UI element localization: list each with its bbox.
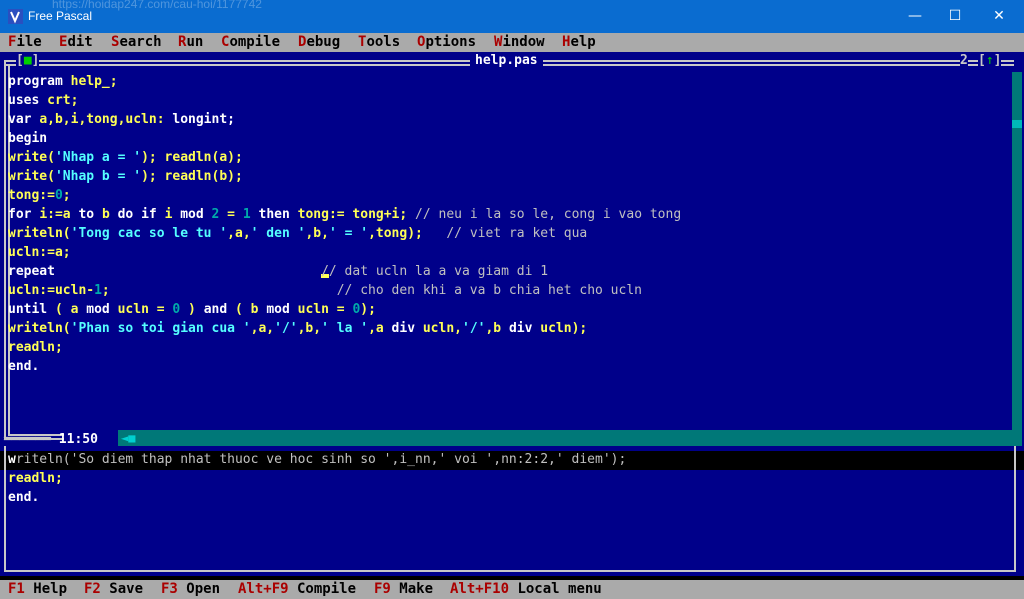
code-line: write('Nhap b = '); readln(b); [8,169,243,184]
code-line: write('Nhap a = '); readln(a); [8,150,243,165]
editor-window[interactable]: [■] help.pas 2 [↑] program help_;uses cr… [0,52,1024,446]
code-line: ucln:=ucln-1; // cho den khi a va b chia… [8,283,642,298]
menu-debug[interactable]: Debug [298,33,340,52]
lower-frame-left [4,446,6,572]
menu-bar: File Edit Search Run Compile Debug Tools Option… [0,33,1024,52]
menu-window[interactable]: Window [494,33,545,52]
window-zoom-box[interactable]: [↑] [978,53,1002,69]
fkey-alt-f9[interactable]: Alt+F9 Compile [238,580,356,599]
vertical-scroll-thumb[interactable] [1012,120,1022,128]
code-line: var a,b,i,tong,ucln: longint; [8,112,235,127]
lower-frame-right [1014,446,1016,572]
code-line: repeat // dat ucln la a va giam di 1 [8,264,549,279]
fkey-f9[interactable]: F9 Make [374,580,433,599]
menu-edit[interactable]: Edit [59,33,93,52]
menu-tools[interactable]: Tools [358,33,400,52]
free-pascal-icon [8,9,23,24]
code-line: writeln('Tong cac so le tu ',a,' den ',b… [8,226,588,241]
menu-file[interactable]: File [8,33,42,52]
frame-left-border [4,60,6,440]
menu-options[interactable]: Options [417,33,476,52]
window-title: Free Pascal [28,9,93,23]
code-editor-text[interactable]: program help_;uses crt; var a,b,i,tong,uc… [8,72,681,376]
window-close-box[interactable]: [■] [16,53,40,69]
code-line: writeln('So diem thap nhat thuoc ve hoc … [8,452,627,467]
function-key-bar: F1 Help F2 Save F3 Open Alt+F9 Compile F9 Ma… [0,580,1024,599]
fkey-f3[interactable]: F3 Open [161,580,220,599]
maximize-button[interactable]: ☐ [932,0,978,33]
second-editor-window[interactable]: writeln('So diem thap nhat thuoc ve hoc … [0,446,1024,576]
fkey-f1[interactable]: F1 Help [8,580,67,599]
menu-search[interactable]: Search [111,33,162,52]
code-line: tong:=0; [8,188,71,203]
close-button[interactable]: ✕ [976,0,1022,33]
code-line: readln; [8,471,63,486]
menu-compile[interactable]: Compile [221,33,280,52]
editor-filename: help.pas [470,54,543,68]
code-line: for i:=a to b do if i mod 2 = 1 then ton… [8,207,682,222]
lower-code-text[interactable]: writeln('So diem thap nhat thuoc ve hoc … [8,450,626,507]
window-title-bar[interactable]: https://hoidap247.com/cau-hoi/1177742 Fr… [0,0,1024,33]
code-line: end. [8,359,40,374]
lower-frame-bottom [4,570,1016,572]
fkey-f2[interactable]: F2 Save [84,580,143,599]
code-line: uses crt; [8,93,79,108]
vertical-scrollbar[interactable] [1012,72,1022,446]
code-line: begin [8,131,48,146]
menu-help[interactable]: Help [562,33,596,52]
cursor-position-value: 11:50 [58,432,98,447]
window-number: 2 [960,53,968,69]
code-line: program help_; [8,74,118,89]
menu-run[interactable]: Run [178,33,203,52]
code-line: until ( a mod ucln = 0 ) and ( b mod ucl… [8,302,376,317]
code-line: ucln:=a; [8,245,71,260]
code-line: readln; [8,340,63,355]
fkey-alt-f10[interactable]: Alt+F10 Local menu [450,580,602,599]
code-line: writeln('Phan so toi gian cua ',a,'/',b,… [8,321,588,336]
code-line: end. [8,490,40,505]
